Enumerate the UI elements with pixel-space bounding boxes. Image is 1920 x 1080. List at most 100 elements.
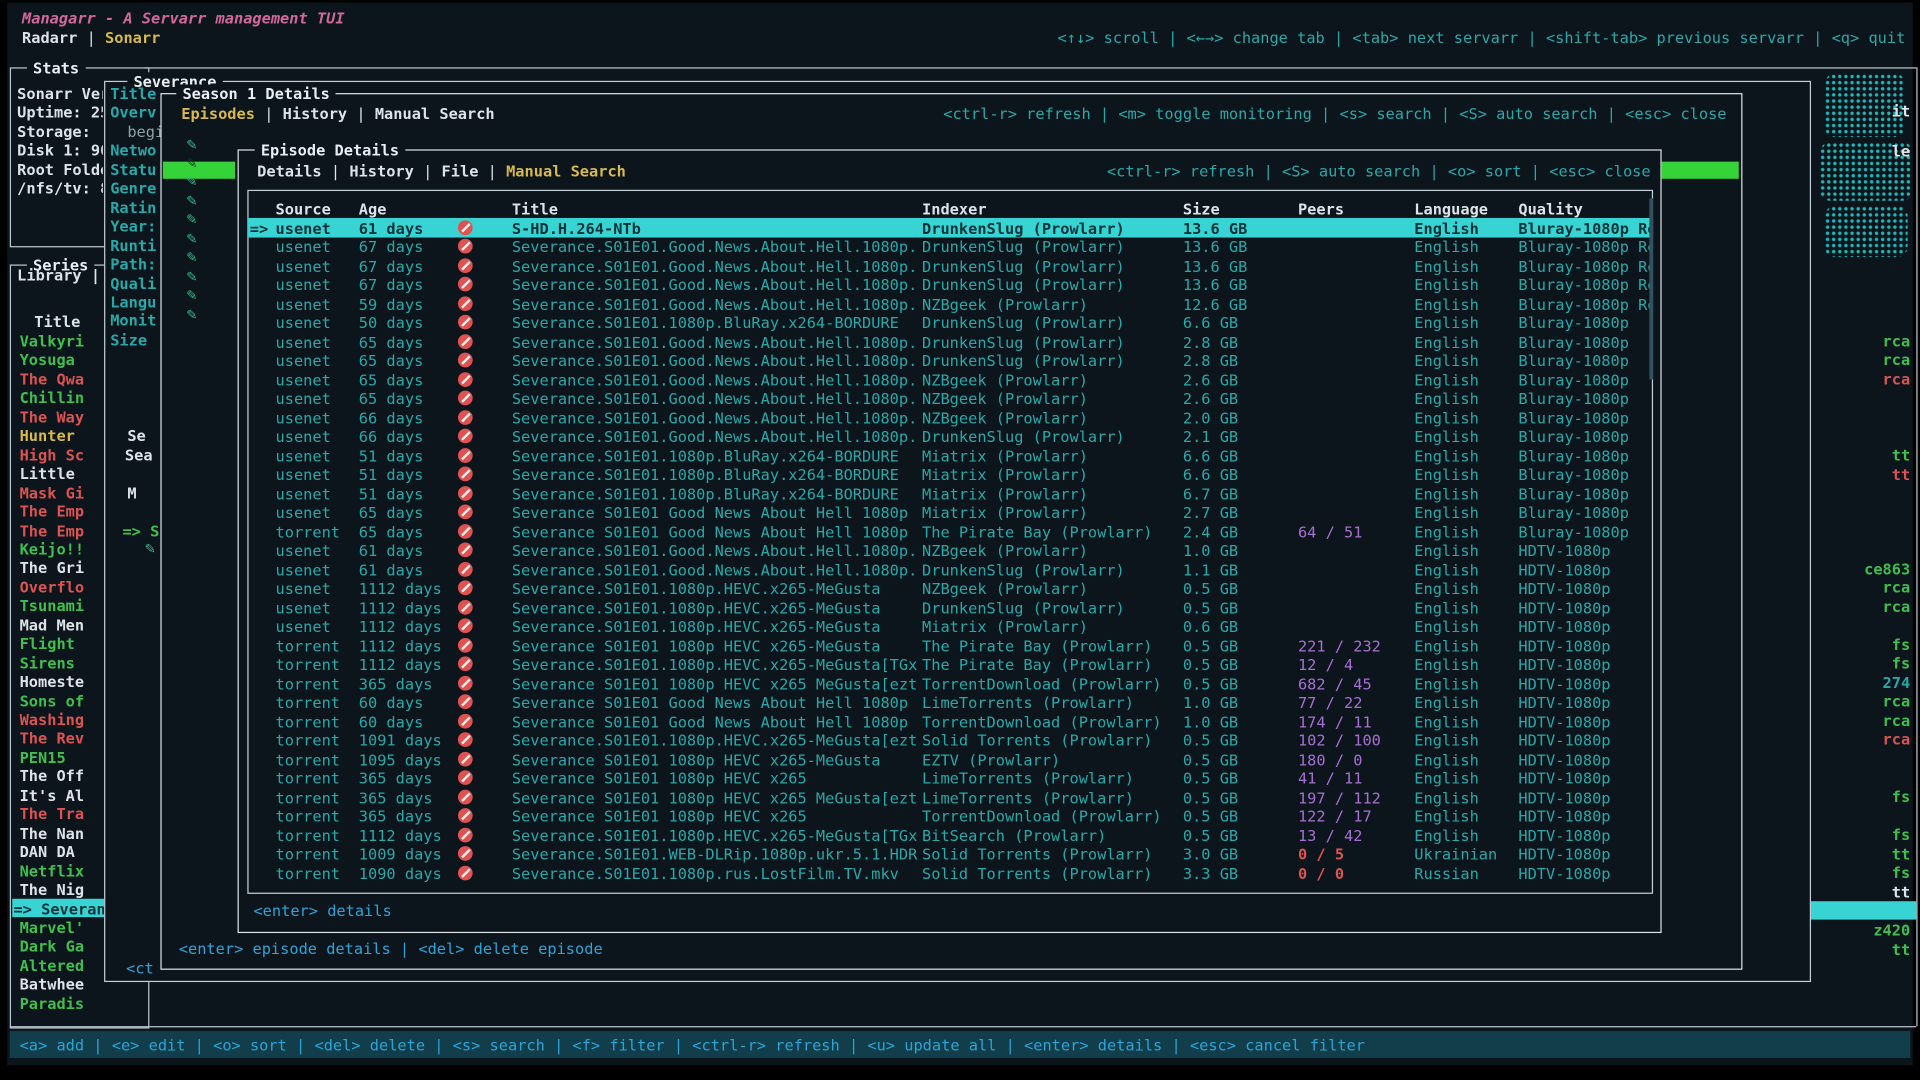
release-row[interactable]: torrent60 daysSeverance S01E01 Good News… xyxy=(247,711,1653,730)
release-row[interactable]: torrent1009 daysSeverance.S01E01.WEB-DLR… xyxy=(247,844,1653,863)
release-row[interactable]: =>usenet61 daysS-HD.H.264-NTbDrunkenSlug… xyxy=(247,218,1653,237)
servarr-tab-sonarr[interactable]: Sonarr xyxy=(105,28,160,46)
season-tab-episodes[interactable]: Episodes xyxy=(181,104,255,122)
size: 0.5 GB xyxy=(1183,655,1238,673)
episode-tab-manual-search[interactable]: Manual Search xyxy=(506,162,626,180)
episode-tab-file[interactable]: File xyxy=(442,162,479,180)
release-row[interactable]: usenet1112 daysSeverance.S01E01.1080p.HE… xyxy=(247,579,1653,598)
series-item[interactable]: => Severan xyxy=(13,899,105,917)
release-row[interactable]: usenet65 daysSeverance.S01E01.Good.News.… xyxy=(247,389,1653,408)
series-item[interactable]: Little xyxy=(20,464,103,482)
series-item[interactable]: Homeste xyxy=(20,672,103,690)
release-row[interactable]: torrent1095 daysSeverance S01E01 1080p H… xyxy=(247,749,1653,768)
release-row[interactable]: usenet1112 daysSeverance.S01E01.1080p.HE… xyxy=(247,598,1653,617)
release-row[interactable]: usenet61 daysSeverance.S01E01.Good.News.… xyxy=(247,560,1653,579)
series-item[interactable]: The Emp xyxy=(20,521,103,539)
series-item[interactable]: Tsunami xyxy=(20,597,103,615)
series-item[interactable]: Sirens xyxy=(20,653,103,671)
series-item[interactable]: DAN DA xyxy=(20,843,103,861)
release-row[interactable]: usenet66 daysSeverance.S01E01.Good.News.… xyxy=(247,408,1653,427)
series-item[interactable]: Keijo!! xyxy=(20,540,103,558)
series-item[interactable]: The Way xyxy=(20,408,103,426)
series-item[interactable]: Marvel' xyxy=(20,918,103,936)
episode-monitored-icon[interactable]: ✎ xyxy=(186,268,197,286)
series-item[interactable]: The Tra xyxy=(20,805,103,823)
age: 65 days xyxy=(359,389,424,407)
episode-tab-details[interactable]: Details xyxy=(257,162,322,180)
episode-monitored-icon[interactable]: ✎ xyxy=(186,211,197,229)
series-item[interactable]: Netflix xyxy=(20,862,103,880)
series-item[interactable]: The Nig xyxy=(20,880,103,898)
series-item[interactable]: Batwhee xyxy=(20,975,103,993)
indexer: NZBgeek (Prowlarr) xyxy=(922,370,1179,388)
release-row[interactable]: torrent365 daysSeverance S01E01 1080p HE… xyxy=(247,768,1653,787)
release-row[interactable]: usenet59 daysSeverance.S01E01.Good.News.… xyxy=(247,294,1653,313)
release-row[interactable]: usenet65 daysSeverance.S01E01.Good.News.… xyxy=(247,351,1653,370)
release-row[interactable]: usenet1112 daysSeverance.S01E01.1080p.HE… xyxy=(247,617,1653,636)
release-row[interactable]: usenet65 daysSeverance.S01E01.Good.News.… xyxy=(247,370,1653,389)
release-row[interactable]: torrent65 daysSeverance S01E01 Good News… xyxy=(247,522,1653,541)
release-row[interactable]: usenet66 daysSeverance.S01E01.Good.News.… xyxy=(247,427,1653,446)
servarr-tab-radarr[interactable]: Radarr xyxy=(22,28,77,46)
size: 0.5 GB xyxy=(1183,826,1238,844)
episode-tab-history[interactable]: History xyxy=(349,162,414,180)
episode-monitored-icon[interactable]: ✎ xyxy=(186,230,197,248)
series-item[interactable]: Flight xyxy=(20,635,103,653)
series-item[interactable]: The Qwa xyxy=(20,370,103,388)
release-row[interactable]: usenet51 daysSeverance.S01E01.1080p.BluR… xyxy=(247,484,1653,503)
release-row[interactable]: torrent1112 daysSeverance.S01E01.1080p.H… xyxy=(247,825,1653,844)
source: usenet xyxy=(276,446,331,464)
series-item[interactable]: Overflo xyxy=(20,578,103,596)
release-row[interactable]: torrent1091 daysSeverance.S01E01.1080p.H… xyxy=(247,730,1653,749)
episode-monitored-icon[interactable]: ✎ xyxy=(186,249,197,267)
series-item[interactable]: Yosuga xyxy=(20,351,103,369)
series-item[interactable]: Washing xyxy=(20,710,103,728)
release-row[interactable]: torrent365 daysSeverance S01E01 1080p HE… xyxy=(247,806,1653,825)
release-row[interactable]: usenet61 daysSeverance.S01E01.Good.News.… xyxy=(247,541,1653,560)
series-item[interactable]: The Gri xyxy=(20,559,103,577)
library-tab[interactable]: Library | xyxy=(17,266,100,284)
series-item[interactable]: Mask Gi xyxy=(20,483,103,501)
episode-monitored-icon[interactable]: ✎ xyxy=(186,173,197,191)
release-title: Severance.S01E01.Good.News.About.Hell.10… xyxy=(512,560,919,578)
release-row[interactable]: torrent1112 daysSeverance.S01E01.1080p.H… xyxy=(247,654,1653,673)
episode-monitored-icon[interactable]: ✎ xyxy=(186,306,197,324)
series-item[interactable]: PEN15 xyxy=(20,748,103,766)
release-row[interactable]: usenet65 daysSeverance.S01E01.Good.News.… xyxy=(247,332,1653,351)
series-item[interactable]: Valkyri xyxy=(20,332,103,350)
series-item[interactable]: The Nan xyxy=(20,824,103,842)
series-item[interactable]: Sons of xyxy=(20,691,103,709)
release-row[interactable]: usenet67 daysSeverance.S01E01.Good.News.… xyxy=(247,275,1653,294)
series-item[interactable]: Altered xyxy=(20,956,103,974)
series-item[interactable]: The Rev xyxy=(20,729,103,747)
episode-monitored-icon[interactable]: ✎ xyxy=(186,135,197,153)
series-item[interactable]: It's Al xyxy=(20,786,103,804)
release-row[interactable]: usenet51 daysSeverance.S01E01.1080p.BluR… xyxy=(247,446,1653,465)
season-tab-manual-search[interactable]: Manual Search xyxy=(375,104,495,122)
season-tab-history[interactable]: History xyxy=(283,104,348,122)
episode-monitored-icon[interactable]: ✎ xyxy=(186,154,197,172)
release-row[interactable]: usenet67 daysSeverance.S01E01.Good.News.… xyxy=(247,237,1653,256)
series-item[interactable]: Chillin xyxy=(20,389,103,407)
indexer: TorrentDownload (Prowlarr) xyxy=(922,712,1179,730)
release-row[interactable]: usenet67 daysSeverance.S01E01.Good.News.… xyxy=(247,256,1653,275)
release-row[interactable]: torrent365 daysSeverance S01E01 1080p HE… xyxy=(247,787,1653,806)
series-item[interactable]: Mad Men xyxy=(20,616,103,634)
series-item[interactable]: High Sc xyxy=(20,445,103,463)
series-item[interactable]: The Emp xyxy=(20,502,103,520)
release-row[interactable]: torrent365 daysSeverance S01E01 1080p HE… xyxy=(247,673,1653,692)
release-row[interactable]: usenet65 daysSeverance S01E01 Good News … xyxy=(247,503,1653,522)
release-row[interactable]: usenet50 daysSeverance.S01E01.1080p.BluR… xyxy=(247,313,1653,332)
episode-monitored-icon[interactable]: ✎ xyxy=(186,287,197,305)
series-item[interactable]: Hunter xyxy=(20,426,103,444)
episode-monitored-icon[interactable]: ✎ xyxy=(186,192,197,210)
series-item[interactable]: Paradis xyxy=(20,994,103,1012)
season-monitored-icon[interactable]: ✎ xyxy=(144,540,155,558)
release-row[interactable]: torrent60 daysSeverance S01E01 Good News… xyxy=(247,692,1653,711)
series-item[interactable]: Dark Ga xyxy=(20,937,103,955)
release-row[interactable]: usenet51 daysSeverance.S01E01.1080p.BluR… xyxy=(247,465,1653,484)
series-item[interactable]: The Off xyxy=(20,767,103,785)
release-table-scrollbar[interactable] xyxy=(1649,198,1653,379)
release-row[interactable]: torrent1090 daysSeverance.S01E01.1080p.r… xyxy=(247,863,1653,882)
release-row[interactable]: torrent1112 daysSeverance S01E01 1080p H… xyxy=(247,636,1653,655)
